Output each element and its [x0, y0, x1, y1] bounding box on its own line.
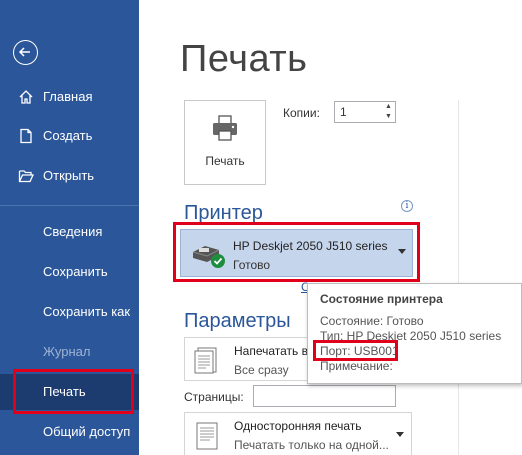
sides-desc: Печатать только на одной... — [234, 438, 389, 452]
backstage-sidebar: Главная Создать Открыть Сведения Сохрани… — [0, 0, 139, 455]
sidebar-item-new[interactable]: Создать — [0, 119, 139, 153]
print-button-label: Печать — [205, 154, 245, 168]
pages-input[interactable] — [253, 385, 396, 407]
sidebar-item-share[interactable]: Общий доступ — [0, 415, 139, 449]
tooltip-note: Примечание: — [320, 359, 393, 373]
tooltip-title: Состояние принтера — [320, 292, 443, 306]
preview-divider — [458, 100, 459, 455]
sidebar-item-open[interactable]: Открыть — [0, 159, 139, 193]
printer-status-tooltip: Состояние принтера Состояние: Готово Тип… — [307, 283, 522, 384]
new-document-icon — [20, 128, 32, 144]
sidebar-item-label: Сохранить как — [43, 304, 131, 319]
stepper-arrows[interactable]: ▲ ▼ — [382, 102, 395, 122]
printer-icon — [213, 115, 237, 141]
sidebar-item-label: Сохранить — [43, 264, 108, 279]
one-sided-page-icon — [196, 422, 218, 450]
back-button[interactable] — [13, 40, 38, 65]
copies-value: 1 — [340, 105, 347, 119]
chevron-down-icon — [396, 432, 404, 437]
stepper-down-icon[interactable]: ▼ — [382, 112, 395, 122]
sidebar-item-label: Открыть — [43, 168, 95, 183]
highlight-outline-printer — [173, 222, 420, 282]
highlight-outline-print-nav — [13, 369, 134, 414]
sidebar-item-save-as[interactable]: Сохранить как — [0, 295, 139, 329]
sidebar-item-info[interactable]: Сведения — [0, 215, 139, 249]
home-icon — [19, 90, 33, 104]
pages-label: Страницы: — [184, 390, 244, 404]
open-folder-icon — [18, 170, 34, 183]
info-icon[interactable]: i — [401, 200, 413, 212]
print-range-label: Напечатать вс — [234, 344, 314, 358]
sidebar-item-history: Журнал — [0, 335, 139, 369]
sidebar-item-save[interactable]: Сохранить — [0, 255, 139, 289]
sidebar-item-home[interactable]: Главная — [0, 80, 139, 114]
back-arrow-icon — [18, 47, 30, 57]
sidebar-divider — [0, 205, 139, 206]
tooltip-status: Состояние: Готово — [320, 314, 424, 328]
copies-stepper[interactable]: 1 ▲ ▼ — [334, 101, 396, 123]
print-button[interactable]: Печать — [184, 100, 266, 185]
sides-label: Односторонняя печать — [234, 419, 362, 433]
sidebar-item-label: Создать — [43, 128, 93, 143]
stepper-up-icon[interactable]: ▲ — [382, 102, 395, 112]
sidebar-item-label: Журнал — [43, 344, 91, 359]
sides-dropdown[interactable]: Односторонняя печать Печатать только на … — [184, 412, 412, 455]
sidebar-item-label: Сведения — [43, 224, 103, 239]
copies-label: Копии: — [283, 106, 320, 120]
sidebar-item-label: Главная — [43, 89, 93, 104]
params-section-title: Параметры — [184, 310, 291, 332]
print-range-desc: Все сразу — [234, 363, 289, 377]
page-title: Печать — [180, 38, 308, 80]
pages-stack-icon — [194, 347, 217, 374]
sidebar-item-label: Общий доступ — [43, 424, 131, 439]
highlight-outline-port — [313, 340, 398, 361]
